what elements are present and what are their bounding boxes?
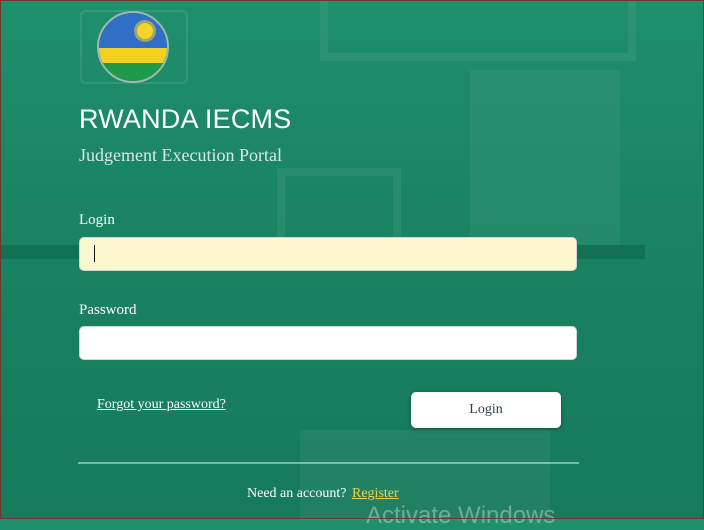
rwanda-flag-emblem-icon [97, 11, 169, 83]
need-account-text: Need an account? [247, 486, 347, 501]
login-input[interactable] [79, 237, 577, 271]
login-label: Login [79, 212, 115, 228]
divider [78, 462, 579, 464]
background-panel-right [470, 70, 620, 245]
app-title: RWANDA IECMS [79, 104, 292, 134]
register-link[interactable]: Register [352, 486, 399, 501]
forgot-password-link[interactable]: Forgot your password? [97, 397, 226, 413]
background-frame-top [320, 0, 636, 61]
activate-windows-watermark: Activate Windows [366, 502, 556, 529]
account-row: Need an account? Register [247, 486, 399, 502]
password-label: Password [79, 302, 137, 318]
sun-icon [137, 23, 153, 39]
password-input[interactable] [79, 326, 577, 360]
app-subtitle: Judgement Execution Portal [79, 145, 282, 165]
login-button[interactable]: Login [411, 392, 561, 428]
text-cursor [94, 245, 95, 262]
